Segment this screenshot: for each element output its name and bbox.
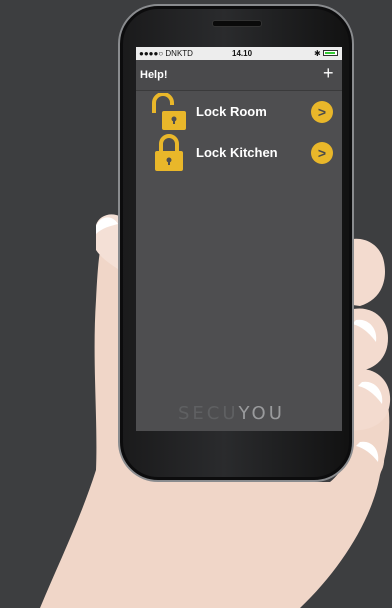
lock-label: Lock Room [196,104,267,119]
phone-screen: ●●●●○ DNKTD 14.10 ✱ Help! + Lock Room > … [136,47,342,431]
bluetooth-icon: ✱ [314,49,321,58]
closed-padlock-icon [155,134,183,171]
battery-icon [323,50,338,56]
lock-label: Lock Kitchen [196,145,278,160]
chevron-right-icon[interactable]: > [311,142,333,164]
carrier-text: ●●●●○ DNKTD [139,49,193,58]
page-title: Help! [140,69,168,81]
phone-speaker [212,20,262,27]
brand-part1: SECU [178,403,239,424]
plus-icon[interactable]: + [323,63,334,83]
list-item-lock-kitchen[interactable]: Lock Kitchen > [136,134,342,172]
brand-part2: YOU [238,403,285,424]
open-padlock-icon [152,93,186,130]
clock: 14.10 [232,49,253,58]
chevron-right-icon[interactable]: > [311,101,333,123]
status-bar: ●●●●○ DNKTD 14.10 ✱ [136,47,342,60]
list-item-lock-room[interactable]: Lock Room > [136,93,342,131]
nav-bar: Help! + [136,60,342,91]
brand-logo: SECUYOU [178,403,285,424]
